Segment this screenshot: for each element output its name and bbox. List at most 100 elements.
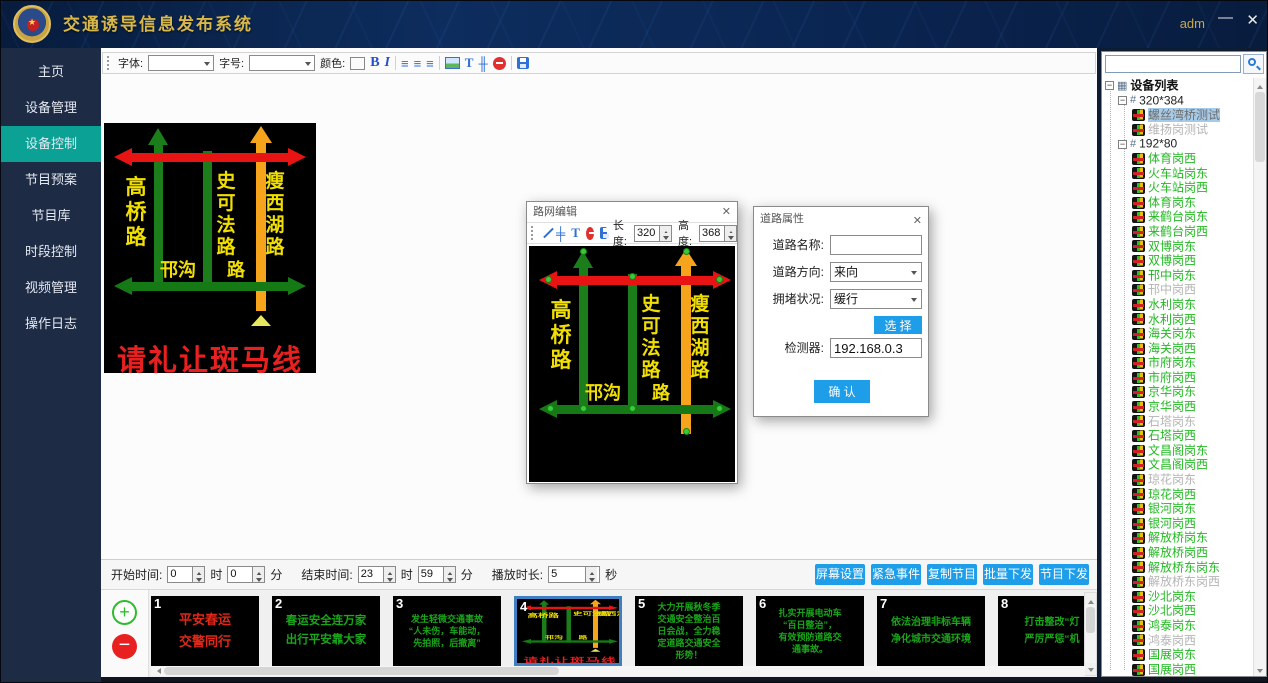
tree-device-item-海关岗西[interactable]: 海关岗西 bbox=[1148, 341, 1196, 355]
scroll-up-icon[interactable] bbox=[1254, 78, 1266, 90]
tree-device-item-双博岗东[interactable]: 双博岗东 bbox=[1148, 239, 1196, 253]
tree-device-item-体育岗东[interactable]: 体育岗东 bbox=[1148, 195, 1196, 209]
action-button-批量下发[interactable]: 批量下发 bbox=[983, 564, 1033, 585]
tree-device-item-维扬岗测试[interactable]: 维扬岗测试 bbox=[1148, 122, 1208, 136]
font-size-select[interactable] bbox=[249, 55, 315, 71]
height-spin-buttons[interactable] bbox=[724, 226, 736, 241]
end-hour-stepper[interactable]: 23 bbox=[358, 566, 396, 583]
insert-text-icon[interactable]: T bbox=[465, 55, 474, 71]
insert-image-icon[interactable] bbox=[445, 57, 460, 69]
delete-icon[interactable] bbox=[586, 227, 594, 240]
tree-device-item-邗中岗东[interactable]: 邗中岗东 bbox=[1148, 268, 1196, 282]
length-stepper[interactable]: 320 bbox=[634, 225, 672, 242]
scrollbar-thumb[interactable] bbox=[164, 667, 559, 675]
thumbnail-horizontal-scrollbar[interactable] bbox=[151, 666, 1085, 676]
tree-device-item-琼花岗东[interactable]: 琼花岗东 bbox=[1148, 473, 1196, 487]
scrollbar-thumb[interactable] bbox=[1086, 607, 1095, 633]
props-dialog-titlebar[interactable]: 道路属性 ✕ bbox=[754, 207, 928, 231]
sidebar-item-视频管理[interactable]: 视频管理 bbox=[1, 270, 101, 306]
sidebar-item-主页[interactable]: 主页 bbox=[1, 54, 101, 90]
tree-device-item-水利岗西[interactable]: 水利岗西 bbox=[1148, 312, 1196, 326]
confirm-button[interactable]: 确 认 bbox=[814, 380, 870, 403]
remove-page-button[interactable]: − bbox=[112, 634, 137, 659]
height-stepper[interactable]: 368 bbox=[699, 225, 737, 242]
align-center-icon[interactable]: ≡ bbox=[414, 57, 422, 70]
duration-spin[interactable] bbox=[585, 567, 597, 582]
tree-root-label[interactable]: 设备列表 bbox=[1130, 79, 1178, 93]
tree-device-item-鸿泰岗西[interactable]: 鸿泰岗西 bbox=[1148, 633, 1196, 647]
sidebar-item-节目库[interactable]: 节目库 bbox=[1, 198, 101, 234]
sidebar-item-节目预案[interactable]: 节目预案 bbox=[1, 162, 101, 198]
sidebar-item-设备管理[interactable]: 设备管理 bbox=[1, 90, 101, 126]
close-icon[interactable]: ✕ bbox=[1246, 11, 1259, 29]
scroll-down-icon[interactable] bbox=[1254, 664, 1266, 676]
end-min-spin[interactable] bbox=[443, 567, 455, 582]
delete-icon[interactable] bbox=[493, 57, 506, 70]
tree-scrollbar[interactable] bbox=[1253, 78, 1266, 676]
color-swatch[interactable] bbox=[350, 57, 365, 70]
tree-device-item-沙北岗东[interactable]: 沙北岗东 bbox=[1148, 589, 1196, 603]
sidebar-item-操作日志[interactable]: 操作日志 bbox=[1, 306, 101, 342]
tree-device-item-国展岗西[interactable]: 国展岗西 bbox=[1148, 662, 1196, 676]
tree-group-192*80[interactable]: 192*80 bbox=[1139, 137, 1177, 151]
length-spin-buttons[interactable] bbox=[659, 226, 671, 241]
close-icon[interactable]: ✕ bbox=[913, 209, 922, 233]
add-page-button[interactable]: + bbox=[112, 600, 137, 625]
draw-road-icon[interactable] bbox=[542, 227, 550, 240]
scroll-down-icon[interactable] bbox=[1085, 663, 1096, 675]
playlist-thumbnail-1[interactable]: 1平安春运 交警同行 bbox=[151, 596, 259, 666]
action-button-紧急事件[interactable]: 紧急事件 bbox=[871, 564, 921, 585]
tree-device-item-银河岗西[interactable]: 银河岗西 bbox=[1148, 516, 1196, 530]
tree-device-item-解放桥东岗东[interactable]: 解放桥东岗东 bbox=[1148, 560, 1220, 574]
tree-device-item-市府岗西[interactable]: 市府岗西 bbox=[1148, 370, 1196, 384]
sidebar-item-时段控制[interactable]: 时段控制 bbox=[1, 234, 101, 270]
tree-device-item-来鹤台岗西[interactable]: 来鹤台岗西 bbox=[1148, 224, 1208, 238]
tree-device-item-石塔岗西[interactable]: 石塔岗西 bbox=[1148, 429, 1196, 443]
close-icon[interactable]: ✕ bbox=[722, 202, 731, 222]
playlist-thumbnail-4[interactable]: 4 高桥路 史可法路 瘦西湖路 邗沟 路 请礼让斑马线 bbox=[514, 596, 622, 666]
scroll-up-icon[interactable] bbox=[1085, 593, 1096, 605]
tree-device-item-邗中岗西[interactable]: 邗中岗西 bbox=[1148, 283, 1196, 297]
tree-device-item-文昌阁岗东[interactable]: 文昌阁岗东 bbox=[1148, 443, 1208, 457]
scrollbar-thumb[interactable] bbox=[1255, 92, 1265, 162]
tree-device-item-解放桥东岗西[interactable]: 解放桥东岗西 bbox=[1148, 575, 1220, 589]
screen-layout-icon[interactable]: ╫ bbox=[478, 57, 487, 70]
tree-device-item-来鹤台岗东[interactable]: 来鹤台岗东 bbox=[1148, 210, 1208, 224]
tree-collapse-icon[interactable]: − bbox=[1118, 96, 1127, 105]
tree-device-item-沙北岗西[interactable]: 沙北岗西 bbox=[1148, 604, 1196, 618]
italic-icon[interactable]: I bbox=[385, 55, 390, 71]
tree-device-item-鸿泰岗东[interactable]: 鸿泰岗东 bbox=[1148, 619, 1196, 633]
select-detector-button[interactable]: 选 择 bbox=[874, 316, 922, 334]
tree-device-item-国展岗东[interactable]: 国展岗东 bbox=[1148, 648, 1196, 662]
tree-device-item-海关岗东[interactable]: 海关岗东 bbox=[1148, 327, 1196, 341]
playlist-thumbnail-7[interactable]: 7依法治理非标车辆 净化城市交通环境 bbox=[877, 596, 985, 666]
save-icon[interactable] bbox=[517, 57, 529, 69]
congestion-select[interactable]: 缓行 bbox=[830, 289, 922, 309]
tree-device-item-火车站岗西[interactable]: 火车站岗西 bbox=[1148, 181, 1208, 195]
search-button[interactable] bbox=[1243, 54, 1264, 74]
insert-text-icon[interactable]: T bbox=[571, 225, 580, 241]
start-min-stepper[interactable]: 0 bbox=[227, 566, 265, 583]
tree-device-item-解放桥岗西[interactable]: 解放桥岗西 bbox=[1148, 546, 1208, 560]
tree-collapse-icon[interactable]: − bbox=[1105, 81, 1114, 90]
tree-device-item-琼花岗西[interactable]: 琼花岗西 bbox=[1148, 487, 1196, 501]
tree-device-item-市府岗东[interactable]: 市府岗东 bbox=[1148, 356, 1196, 370]
start-min-spin[interactable] bbox=[252, 567, 264, 582]
duration-stepper[interactable]: 5 bbox=[548, 566, 600, 583]
playlist-thumbnail-3[interactable]: 3发生轻微交通事故 “人未伤，车能动， 先拍照，后撤离” bbox=[393, 596, 501, 666]
end-hour-spin[interactable] bbox=[383, 567, 395, 582]
tree-device-item-银河岗东[interactable]: 银河岗东 bbox=[1148, 502, 1196, 516]
roadnet-dialog-titlebar[interactable]: 路网编辑 ✕ bbox=[527, 202, 737, 222]
road-direction-select[interactable]: 来向 bbox=[830, 262, 922, 282]
start-hour-spin[interactable] bbox=[192, 567, 204, 582]
main-sign-slot[interactable]: 高桥路 史可法路 瘦西湖路 邗沟 路 请礼让斑马线 bbox=[104, 123, 316, 373]
playlist-thumbnail-2[interactable]: 2春运安全连万家 出行平安靠大家 bbox=[272, 596, 380, 666]
tree-device-item-解放桥岗东[interactable]: 解放桥岗东 bbox=[1148, 531, 1208, 545]
detector-input[interactable] bbox=[830, 338, 922, 358]
tree-device-item-双博岗西[interactable]: 双博岗西 bbox=[1148, 254, 1196, 268]
scroll-left-icon[interactable] bbox=[151, 666, 162, 676]
bold-icon[interactable]: B bbox=[370, 55, 379, 71]
start-hour-stepper[interactable]: 0 bbox=[167, 566, 205, 583]
minimize-icon[interactable]: — bbox=[1218, 9, 1233, 26]
font-select[interactable] bbox=[148, 55, 214, 71]
